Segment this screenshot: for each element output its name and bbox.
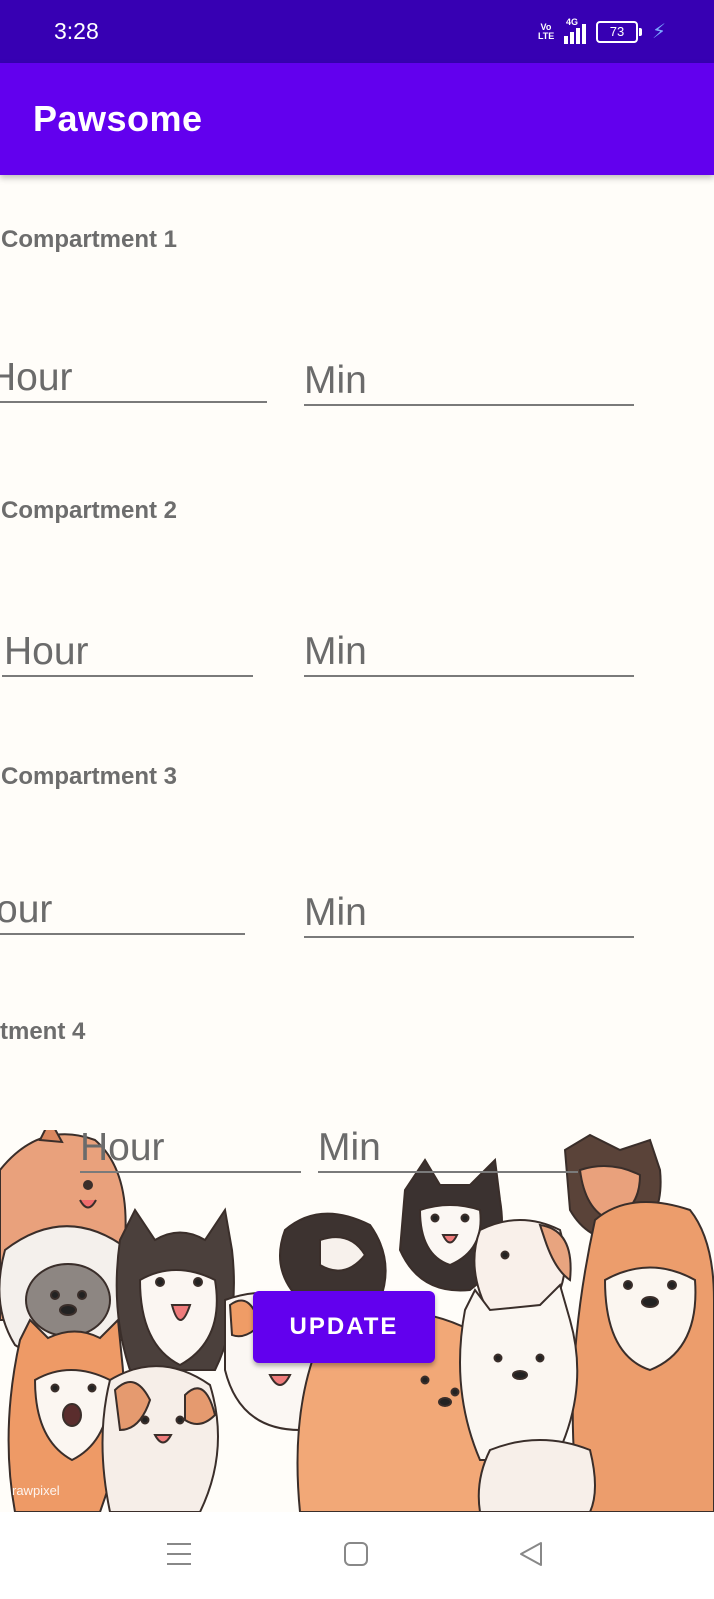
- app-title: Pawsome: [33, 98, 203, 139]
- status-time: 3:28: [54, 18, 99, 44]
- back-triangle-icon[interactable]: [518, 1540, 544, 1568]
- nav-bar: [0, 1512, 714, 1599]
- compartment-3-label: Compartment 3: [1, 763, 178, 790]
- compartment-3-min-placeholder: Min: [304, 891, 367, 934]
- compartment-1-min-placeholder: Min: [304, 359, 367, 402]
- compartment-4-min-placeholder: Min: [318, 1126, 381, 1169]
- menu-icon[interactable]: [166, 1540, 192, 1568]
- compartment-2-hour-input[interactable]: Hour: [2, 629, 253, 677]
- compartment-1-min-input[interactable]: Min: [304, 358, 634, 406]
- signal-icon: 4G: [563, 16, 586, 44]
- battery-level: 73: [609, 23, 625, 39]
- home-square-icon[interactable]: [343, 1540, 369, 1568]
- compartment-4-min-input[interactable]: Min: [318, 1125, 578, 1173]
- compartment-3-min-input[interactable]: Min: [304, 890, 634, 938]
- compartment-1-label: Compartment 1: [1, 226, 178, 253]
- bolt-icon: ⚡: [651, 21, 666, 43]
- compartment-4-hour-placeholder: Hour: [80, 1126, 165, 1169]
- compartment-2-min-input[interactable]: Min: [304, 629, 634, 677]
- compartment-4-hour-input[interactable]: Hour: [80, 1125, 301, 1173]
- network-type-label: 4G: [565, 16, 578, 27]
- status-icons: Vo LTE 4G 73 ⚡: [537, 16, 666, 44]
- compartment-2-label: Compartment 2: [1, 497, 178, 524]
- status-bar: 3:28 Vo LTE 4G 73 ⚡: [0, 0, 714, 63]
- watermark: rawpixel: [12, 1483, 60, 1498]
- compartment-4-label: tment 4: [0, 1018, 86, 1045]
- battery-icon: 73: [595, 20, 642, 43]
- compartment-3-hour-input[interactable]: our: [0, 887, 245, 935]
- volte-icon: Vo LTE: [537, 21, 555, 41]
- compartment-3-hour-placeholder: our: [0, 888, 53, 931]
- update-button[interactable]: UPDATE: [253, 1291, 435, 1363]
- compartment-1-hour-input[interactable]: Hour: [0, 355, 267, 403]
- compartment-2-min-placeholder: Min: [304, 630, 367, 673]
- app-bar: Pawsome: [0, 63, 714, 175]
- compartment-1-hour-placeholder: Hour: [0, 356, 73, 399]
- compartment-2-hour-placeholder: Hour: [4, 630, 89, 673]
